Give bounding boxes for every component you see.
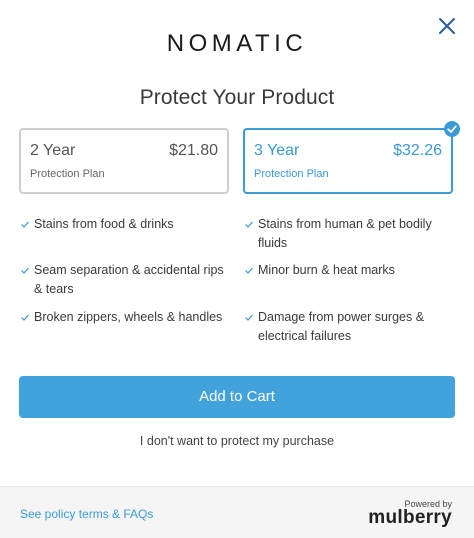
plan-option-2-year[interactable]: 2 Year $21.80 Protection Plan (19, 128, 229, 194)
feature-item: Broken zippers, wheels & handles (20, 308, 234, 327)
feature-item: Minor burn & heat marks (244, 261, 459, 280)
feature-text: Seam separation & accidental rips & tear… (34, 263, 224, 296)
plan-price: $21.80 (169, 142, 218, 159)
feature-text: Minor burn & heat marks (258, 263, 395, 277)
check-icon (245, 267, 253, 274)
mulberry-logo[interactable]: mulberry (368, 507, 452, 529)
policy-terms-link[interactable]: See policy terms & FAQs (20, 507, 153, 521)
brand-logo-text: NOMATIC (167, 30, 307, 56)
brand-logo: NOMATIC (0, 28, 474, 61)
check-icon (245, 221, 253, 228)
feature-text: Damage from power surges & electrical fa… (258, 310, 425, 343)
feature-item: Seam separation & accidental rips & tear… (20, 261, 234, 298)
check-icon (21, 267, 29, 274)
add-to-cart-button[interactable]: Add to Cart (19, 376, 455, 418)
feature-item: Stains from food & drinks (20, 215, 234, 234)
page-title: Protect Your Product (139, 86, 335, 109)
plan-price: $32.26 (393, 142, 442, 159)
check-icon (245, 314, 253, 321)
feature-text: Stains from food & drinks (34, 217, 174, 231)
check-icon (21, 221, 29, 228)
decline-protection-link[interactable]: I don't want to protect my purchase (0, 434, 474, 448)
feature-text: Broken zippers, wheels & handles (34, 310, 223, 324)
check-icon (21, 314, 29, 321)
feature-text: Stains from human & pet bodily fluids (258, 217, 432, 250)
footer: See policy terms & FAQs Powered by mulbe… (0, 486, 474, 538)
plan-years: 3 Year (254, 142, 300, 159)
selected-check-icon (444, 121, 460, 137)
plan-option-3-year[interactable]: 3 Year $32.26 Protection Plan (243, 128, 453, 194)
feature-item: Stains from human & pet bodily fluids (244, 215, 459, 252)
protection-modal: NOMATIC Protect Your Product 2 Year $21.… (0, 0, 474, 538)
plan-subtitle: Protection Plan (30, 168, 105, 180)
feature-item: Damage from power surges & electrical fa… (244, 308, 459, 345)
plan-years: 2 Year (30, 142, 76, 159)
plan-subtitle: Protection Plan (254, 168, 329, 180)
